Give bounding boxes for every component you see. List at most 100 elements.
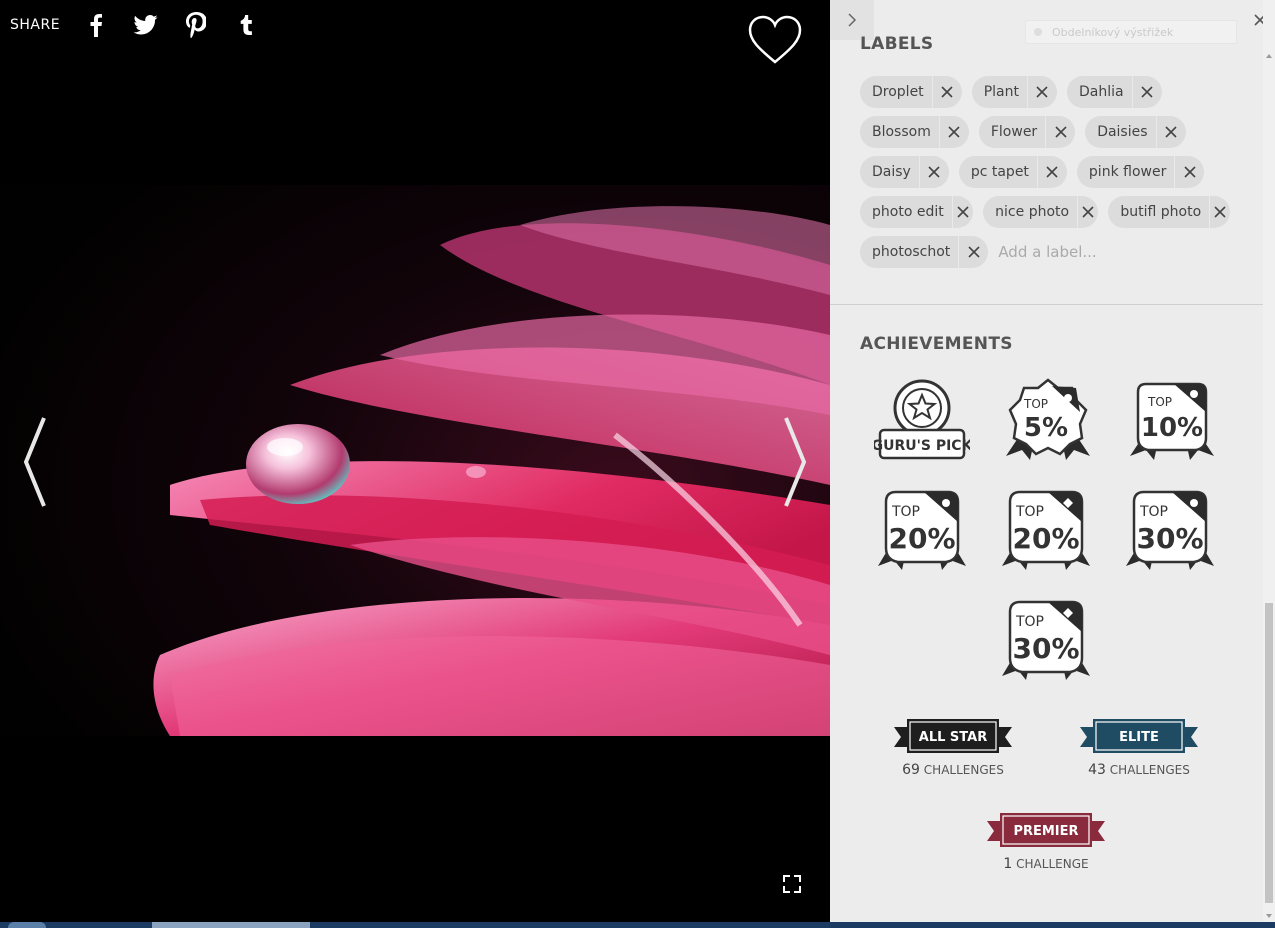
challenge-count: 43 <box>1088 762 1106 778</box>
label-row: Blossom Flower Daisies <box>860 116 1240 148</box>
ribbon-label: PREMIER <box>1013 824 1078 839</box>
label-chip-text: pink flower <box>1088 164 1167 180</box>
add-label-input[interactable] <box>998 236 1149 268</box>
elite-ribbon: ELITE <box>1080 719 1198 753</box>
premier-challenges: 1 CHALLENGE <box>987 856 1105 872</box>
label-chip-text: Droplet <box>872 84 924 100</box>
badge-percent-text: 10% <box>1141 413 1203 443</box>
top-badge: TOP 20% <box>998 488 1094 572</box>
gurus-pick-badge: GURU'S PICK <box>872 378 974 462</box>
facebook-icon[interactable] <box>84 12 108 38</box>
label-chip: Plant <box>971 76 1057 108</box>
start-button[interactable] <box>8 922 46 928</box>
label-row: photo edit nice photo butifl photo <box>860 196 1240 228</box>
label-chip: photoschot <box>860 236 989 268</box>
scroll-up-icon[interactable] <box>1263 46 1275 58</box>
snip-tooltip: Obdelníkový výstřižek <box>1025 20 1237 44</box>
remove-label-icon[interactable] <box>951 196 973 228</box>
label-chip-text: Daisies <box>1097 124 1148 140</box>
label-chip-text: photoschot <box>872 244 951 260</box>
label-chip-text: Plant <box>983 84 1019 100</box>
label-row: Daisy pc tapet pink flower <box>860 156 1240 188</box>
label-chip-text: Flower <box>990 124 1038 140</box>
photo-viewer: SHARE <box>0 0 830 922</box>
label-chip: Daisies <box>1085 116 1186 148</box>
taskbar-item[interactable] <box>152 922 310 928</box>
elite-challenges: 43 CHALLENGES <box>1080 762 1198 778</box>
remove-label-icon[interactable] <box>931 76 962 108</box>
os-taskbar <box>0 922 1275 928</box>
heart-icon[interactable] <box>746 14 804 66</box>
remove-label-icon[interactable] <box>1026 76 1057 108</box>
ribbon-label: ELITE <box>1119 730 1159 745</box>
label-chip: butifl photo <box>1108 196 1230 228</box>
all-star-ribbon: ALL STAR <box>894 719 1012 753</box>
top-badge: TOP 5% <box>1000 378 1096 462</box>
badge-percent-text: 5% <box>1024 413 1068 443</box>
badge-label: GURU'S PICK <box>874 438 970 454</box>
app-root: SHARE Obdelníkový výstřižek LABELS Dropl… <box>0 0 1275 928</box>
label-chip: Blossom <box>860 116 969 148</box>
remove-label-icon[interactable] <box>938 116 969 148</box>
badge-top-text: TOP <box>1139 504 1168 520</box>
challenge-count: 69 <box>902 762 920 778</box>
remove-label-icon[interactable] <box>1155 116 1186 148</box>
fullscreen-icon[interactable] <box>780 872 804 896</box>
chevron-left-icon[interactable] <box>18 412 52 512</box>
badge-top-text: TOP <box>1023 397 1048 411</box>
badge-top-text: TOP <box>891 504 920 520</box>
all-star-challenges: 69 CHALLENGES <box>894 762 1012 778</box>
label-chip-text: Dahlia <box>1078 84 1124 100</box>
section-divider <box>830 304 1263 305</box>
share-label: SHARE <box>10 17 61 33</box>
badge-percent-text: 20% <box>888 522 955 555</box>
remove-label-icon[interactable] <box>1174 156 1204 188</box>
remove-label-icon[interactable] <box>1036 156 1067 188</box>
badge-top-text: TOP <box>1015 504 1044 520</box>
label-chip-text: nice photo <box>995 204 1070 220</box>
challenge-unit: CHALLENGES <box>1109 763 1190 777</box>
details-panel: Obdelníkový výstřižek LABELS Droplet Pla… <box>830 0 1275 922</box>
label-chip: Daisy <box>860 156 949 188</box>
top-badge: TOP 30% <box>1122 488 1218 572</box>
remove-label-icon[interactable] <box>1077 196 1098 228</box>
label-chip-text: photo edit <box>872 204 944 220</box>
badge-top-text: TOP <box>1015 614 1044 630</box>
label-row: Droplet Plant Dahlia <box>860 76 1240 108</box>
badge-percent-text: 30% <box>1136 522 1203 555</box>
twitter-icon[interactable] <box>134 12 158 38</box>
pinterest-icon[interactable] <box>184 12 208 38</box>
label-chip: nice photo <box>983 196 1099 228</box>
remove-label-icon[interactable] <box>958 236 988 268</box>
labels-list: Droplet Plant Dahlia Blossom Flower Dais… <box>860 76 1240 276</box>
scroll-thumb[interactable] <box>1265 603 1273 903</box>
photo-image <box>0 185 830 736</box>
label-chip-text: pc tapet <box>970 164 1029 180</box>
remove-label-icon[interactable] <box>1045 116 1075 148</box>
label-chip: photo edit <box>860 196 974 228</box>
snip-tooltip-text: Obdelníkový výstřižek <box>1052 25 1174 39</box>
challenge-unit: CHALLENGES <box>923 763 1004 777</box>
badge-percent-text: 30% <box>1012 632 1079 665</box>
tumblr-icon[interactable] <box>234 12 258 38</box>
remove-label-icon[interactable] <box>1209 196 1230 228</box>
snip-dot-icon <box>1034 28 1042 36</box>
ribbon-label: ALL STAR <box>919 730 987 745</box>
top-badge: TOP 10% <box>1124 378 1220 462</box>
scroll-down-icon[interactable] <box>1263 906 1275 918</box>
top-badge: TOP 20% <box>874 488 970 572</box>
challenge-unit: CHALLENGE <box>1016 857 1089 871</box>
remove-label-icon[interactable] <box>1131 76 1162 108</box>
remove-label-icon[interactable] <box>918 156 949 188</box>
panel-scrollbar[interactable] <box>1263 0 1275 922</box>
achievements-heading: ACHIEVEMENTS <box>860 334 1013 354</box>
label-row: photoschot <box>860 236 1240 268</box>
label-chip-text: butifl photo <box>1120 204 1202 220</box>
label-chip: Dahlia <box>1066 76 1162 108</box>
badge-top-text: TOP <box>1147 395 1172 409</box>
label-chip-text: Blossom <box>872 124 931 140</box>
labels-heading: LABELS <box>860 34 934 54</box>
top-badge: TOP 30% <box>998 598 1094 682</box>
chevron-right-icon[interactable] <box>778 412 812 512</box>
badge-percent-text: 20% <box>1012 522 1079 555</box>
